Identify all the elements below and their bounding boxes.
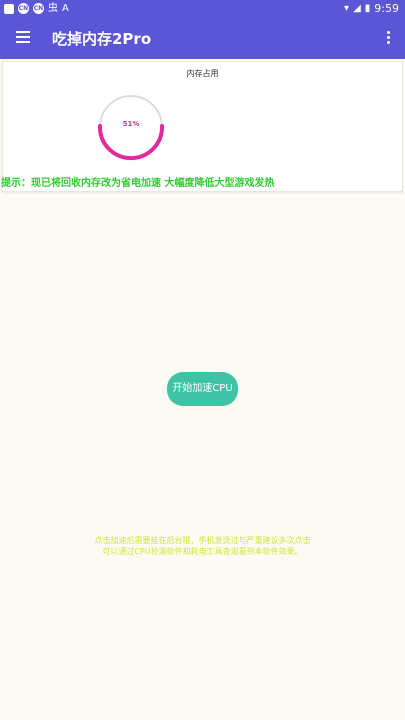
wifi-icon: ▾ xyxy=(344,3,350,14)
signal-icon: ◢ xyxy=(353,3,361,14)
status-time: 9:59 xyxy=(374,2,399,15)
instruction-note: 点击加速后需要挂在后台哦，手机发烫过与严重建议多次点击 可以通过CPU检测软件和… xyxy=(0,535,405,557)
memory-card: 内存占用 51% 提示：现已将回收内存改为省电加速 大幅度降低大型游戏发热 xyxy=(1,61,403,192)
a-icon: A xyxy=(62,3,69,14)
instruction-line-2: 可以通过CPU检测软件和耗电工具查观看到本软件效果。 xyxy=(102,547,303,556)
more-options-button[interactable] xyxy=(385,29,391,47)
tip-text: 提示：现已将回收内存改为省电加速 大幅度降低大型游戏发热 xyxy=(1,178,275,189)
instruction-line-1: 点击加速后需要挂在后台哦，手机发烫过与严重建议多次点击 xyxy=(94,536,311,545)
cn-icon: CN xyxy=(33,3,44,14)
app-bar: 吃掉内存2Pro xyxy=(0,17,405,59)
cn-icon: CN xyxy=(18,3,29,14)
menu-icon xyxy=(16,31,30,33)
notification-icons: CN CN 虫 A xyxy=(4,3,69,14)
start-cpu-boost-button[interactable]: 开始加速CPU xyxy=(167,372,238,406)
app-title: 吃掉内存2Pro xyxy=(52,30,152,48)
system-icons: ▾ ◢ ▮ 9:59 xyxy=(344,2,399,15)
memory-usage-value: 51% xyxy=(122,120,140,128)
battery-icon: ▮ xyxy=(364,3,371,14)
memory-usage-title: 内存占用 xyxy=(186,69,219,78)
bug-icon: 虫 xyxy=(48,3,58,14)
gauge-arc xyxy=(98,124,164,161)
status-bar: CN CN 虫 A ▾ ◢ ▮ 9:59 xyxy=(0,0,405,17)
square-icon xyxy=(4,3,14,14)
more-vert-icon xyxy=(386,31,390,34)
menu-button[interactable] xyxy=(14,29,32,47)
